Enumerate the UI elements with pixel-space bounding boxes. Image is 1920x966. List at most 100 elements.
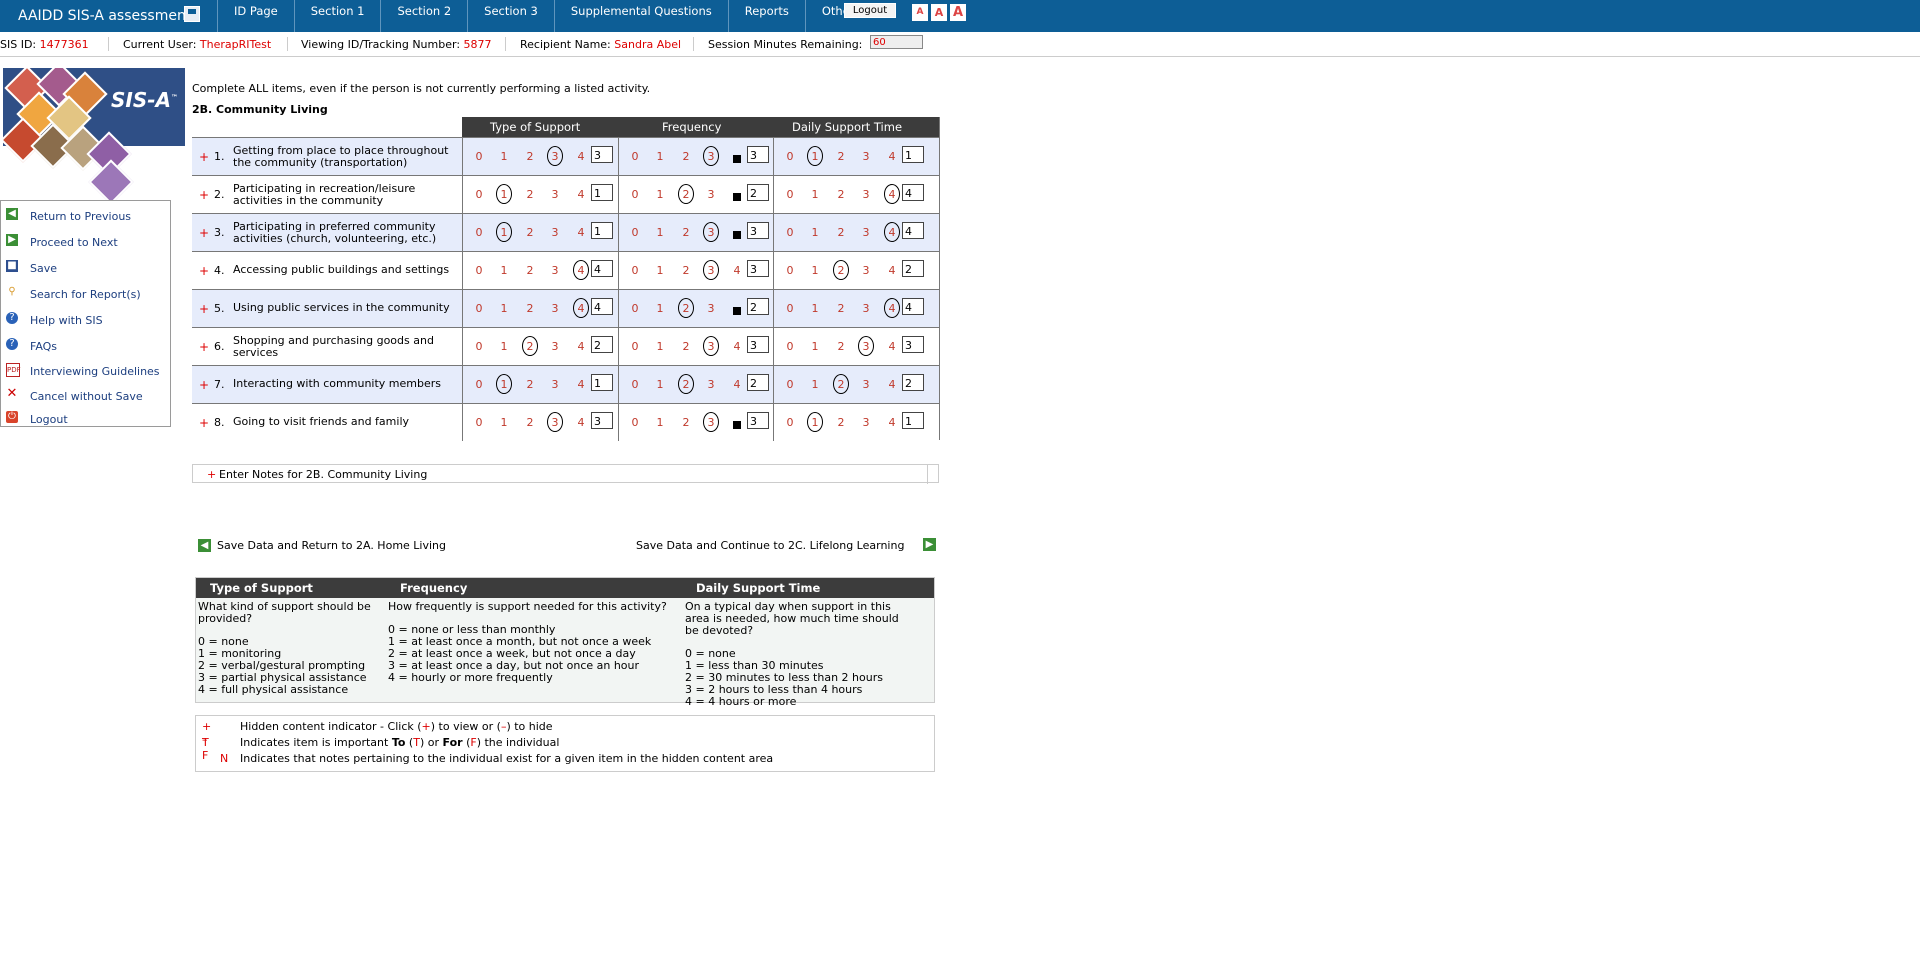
sidebar-item-return-to-previous[interactable]: ◀ Return to Previous bbox=[6, 205, 171, 229]
daily-option-1[interactable]: 1 bbox=[807, 146, 823, 166]
expand-item-icon[interactable]: + bbox=[199, 264, 209, 278]
frequency-option-1[interactable]: 1 bbox=[654, 340, 666, 353]
type-option-0[interactable]: 0 bbox=[473, 340, 485, 353]
frequency-option-2[interactable]: 2 bbox=[678, 374, 694, 394]
daily-value-input[interactable]: 2 bbox=[902, 260, 924, 277]
daily-option-2[interactable]: 2 bbox=[833, 374, 849, 394]
frequency-value-input[interactable]: 3 bbox=[747, 146, 769, 163]
daily-option-3[interactable]: 3 bbox=[860, 378, 872, 391]
type-value-input[interactable]: 4 bbox=[591, 260, 613, 277]
daily-option-0[interactable]: 0 bbox=[784, 378, 796, 391]
frequency-option-4[interactable]: 4 bbox=[731, 378, 743, 391]
frequency-option-3[interactable]: 3 bbox=[703, 260, 719, 280]
type-option-3[interactable]: 3 bbox=[547, 146, 563, 166]
type-option-0[interactable]: 0 bbox=[473, 416, 485, 429]
type-option-4[interactable]: 4 bbox=[575, 416, 587, 429]
type-option-2[interactable]: 2 bbox=[524, 302, 536, 315]
expand-item-icon[interactable]: + bbox=[199, 226, 209, 240]
daily-value-input[interactable]: 3 bbox=[902, 336, 924, 353]
frequency-option-3[interactable]: 3 bbox=[703, 336, 719, 356]
daily-value-input[interactable]: 4 bbox=[902, 222, 924, 239]
type-option-1[interactable]: 1 bbox=[496, 184, 512, 204]
frequency-option-2[interactable]: 2 bbox=[678, 184, 694, 204]
daily-option-0[interactable]: 0 bbox=[784, 340, 796, 353]
daily-option-1[interactable]: 1 bbox=[807, 412, 823, 432]
type-option-1[interactable]: 1 bbox=[498, 340, 510, 353]
type-option-4[interactable]: 4 bbox=[575, 378, 587, 391]
sidebar-item-faqs[interactable]: ? FAQs bbox=[6, 335, 171, 359]
expand-item-icon[interactable]: + bbox=[199, 302, 209, 316]
daily-option-3[interactable]: 3 bbox=[860, 226, 872, 239]
expand-item-icon[interactable]: + bbox=[199, 378, 209, 392]
frequency-option-0[interactable]: 0 bbox=[629, 416, 641, 429]
frequency-option-2[interactable]: 2 bbox=[680, 340, 692, 353]
type-value-input[interactable]: 3 bbox=[591, 146, 613, 163]
daily-value-input[interactable]: 2 bbox=[902, 374, 924, 391]
frequency-value-input[interactable]: 3 bbox=[747, 222, 769, 239]
nav-section-1[interactable]: Section 1 bbox=[293, 0, 381, 32]
frequency-option-1[interactable]: 1 bbox=[654, 264, 666, 277]
type-option-2[interactable]: 2 bbox=[524, 150, 536, 163]
nav-reports[interactable]: Reports bbox=[727, 0, 805, 32]
type-option-0[interactable]: 0 bbox=[473, 226, 485, 239]
frequency-option-0[interactable]: 0 bbox=[629, 378, 641, 391]
frequency-option-2[interactable]: 2 bbox=[678, 298, 694, 318]
frequency-option-0[interactable]: 0 bbox=[629, 150, 641, 163]
frequency-option-0[interactable]: 0 bbox=[629, 264, 641, 277]
expand-notes-icon[interactable]: + bbox=[207, 468, 216, 481]
frequency-option-3[interactable]: 3 bbox=[705, 302, 717, 315]
save-icon[interactable] bbox=[184, 6, 200, 22]
daily-option-4[interactable]: 4 bbox=[884, 184, 900, 204]
daily-option-1[interactable]: 1 bbox=[809, 264, 821, 277]
nav-section-3[interactable]: Section 3 bbox=[467, 0, 554, 32]
daily-option-4[interactable]: 4 bbox=[884, 298, 900, 318]
type-option-4[interactable]: 4 bbox=[575, 340, 587, 353]
frequency-option-2[interactable]: 2 bbox=[680, 226, 692, 239]
type-option-3[interactable]: 3 bbox=[549, 188, 561, 201]
daily-option-2[interactable]: 2 bbox=[835, 188, 847, 201]
daily-option-3[interactable]: 3 bbox=[860, 302, 872, 315]
daily-option-4[interactable]: 4 bbox=[886, 264, 898, 277]
daily-option-3[interactable]: 3 bbox=[860, 416, 872, 429]
frequency-option-1[interactable]: 1 bbox=[654, 150, 666, 163]
arrow-left-icon[interactable]: ◀ bbox=[198, 539, 211, 552]
type-option-4[interactable]: 4 bbox=[575, 226, 587, 239]
frequency-option-1[interactable]: 1 bbox=[654, 302, 666, 315]
frequency-value-input[interactable]: 2 bbox=[747, 298, 769, 315]
frequency-option-0[interactable]: 0 bbox=[629, 188, 641, 201]
sidebar-item-search-reports[interactable]: ⚲ Search for Report(s) bbox=[6, 283, 171, 307]
frequency-option-4[interactable]: 4 bbox=[731, 264, 743, 277]
type-option-3[interactable]: 3 bbox=[549, 340, 561, 353]
expand-item-icon[interactable]: + bbox=[199, 340, 209, 354]
logout-button[interactable]: Logout bbox=[844, 3, 896, 18]
type-value-input[interactable]: 3 bbox=[591, 412, 613, 429]
type-option-0[interactable]: 0 bbox=[473, 264, 485, 277]
type-option-2[interactable]: 2 bbox=[524, 416, 536, 429]
frequency-option-3[interactable]: 3 bbox=[703, 412, 719, 432]
daily-option-3[interactable]: 3 bbox=[860, 188, 872, 201]
type-value-input[interactable]: 1 bbox=[591, 184, 613, 201]
frequency-option-0[interactable]: 0 bbox=[629, 226, 641, 239]
daily-option-1[interactable]: 1 bbox=[809, 340, 821, 353]
daily-option-1[interactable]: 1 bbox=[809, 226, 821, 239]
frequency-option-3[interactable]: 3 bbox=[703, 146, 719, 166]
daily-option-1[interactable]: 1 bbox=[809, 302, 821, 315]
daily-option-4[interactable]: 4 bbox=[886, 150, 898, 163]
type-option-2[interactable]: 2 bbox=[524, 264, 536, 277]
frequency-option-3[interactable]: 3 bbox=[705, 188, 717, 201]
frequency-option-1[interactable]: 1 bbox=[654, 378, 666, 391]
daily-option-0[interactable]: 0 bbox=[784, 264, 796, 277]
type-option-3[interactable]: 3 bbox=[549, 226, 561, 239]
type-option-4[interactable]: 4 bbox=[575, 150, 587, 163]
daily-value-input[interactable]: 1 bbox=[902, 146, 924, 163]
frequency-value-input[interactable]: 3 bbox=[747, 336, 769, 353]
sidebar-item-save[interactable]: ■ Save bbox=[6, 257, 171, 281]
type-option-0[interactable]: 0 bbox=[473, 188, 485, 201]
daily-option-4[interactable]: 4 bbox=[886, 340, 898, 353]
type-option-3[interactable]: 3 bbox=[549, 264, 561, 277]
save-continue-link[interactable]: Save Data and Continue to 2C. Lifelong L… bbox=[636, 539, 904, 552]
type-option-4[interactable]: 4 bbox=[573, 298, 589, 318]
save-return-link[interactable]: Save Data and Return to 2A. Home Living bbox=[217, 539, 446, 552]
font-small-button[interactable]: A bbox=[912, 4, 928, 21]
type-option-2[interactable]: 2 bbox=[524, 188, 536, 201]
